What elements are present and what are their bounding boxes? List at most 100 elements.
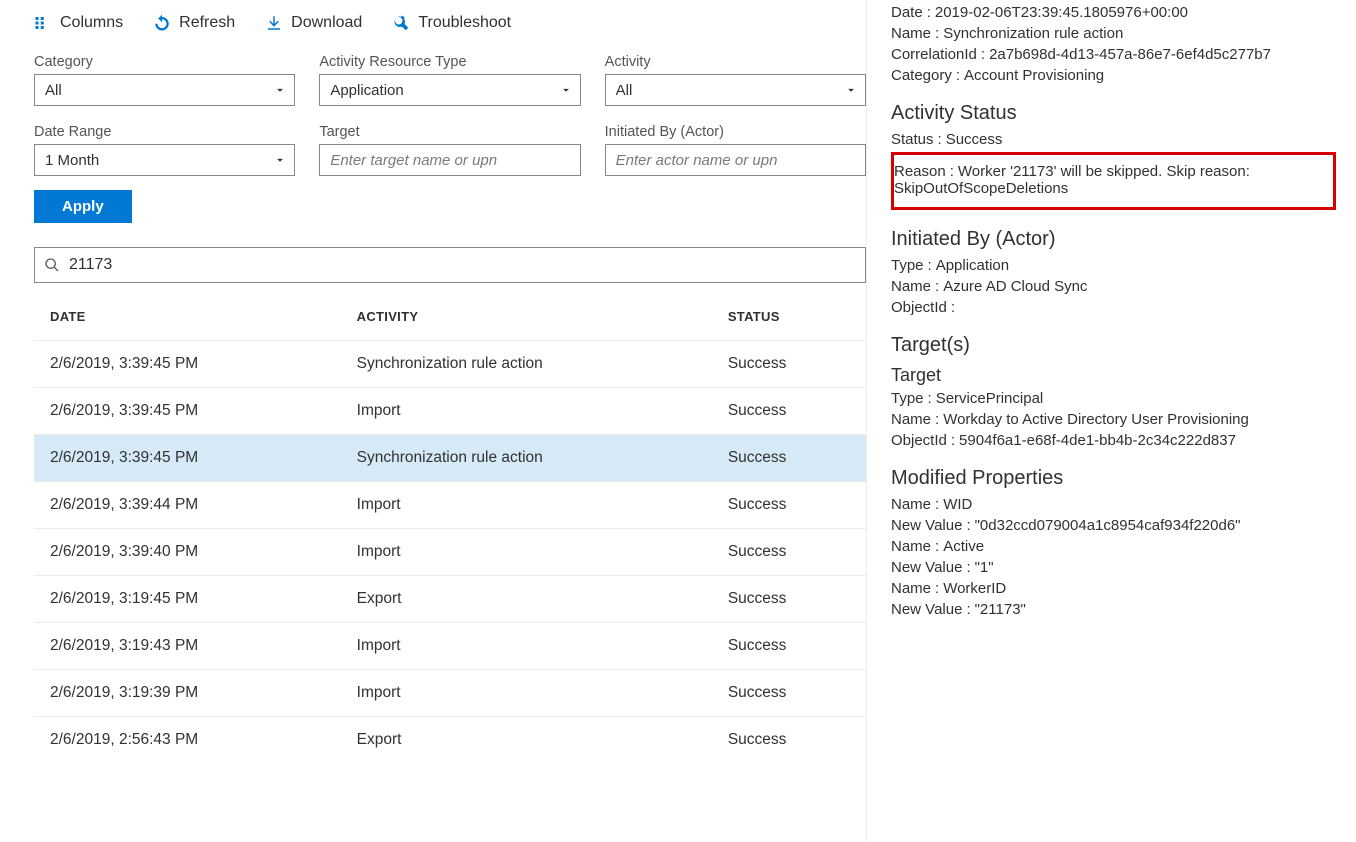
resource-type-field: Activity Resource Type — [319, 54, 580, 106]
reason-highlight: Reason:Worker '21173' will be skipped. S… — [891, 152, 1336, 210]
cell-date: 2/6/2019, 3:39:45 PM — [34, 435, 341, 482]
apply-button[interactable]: Apply — [34, 190, 132, 223]
target-subheading: Target — [891, 365, 1336, 386]
cell-status: Success — [712, 482, 866, 529]
details-top: Date:2019-02-06T23:39:45.1805976+00:00 N… — [891, 4, 1336, 84]
table-row[interactable]: 2/6/2019, 3:39:45 PMSynchronization rule… — [34, 435, 866, 482]
table-row[interactable]: 2/6/2019, 3:19:45 PMExportSuccess — [34, 576, 866, 623]
troubleshoot-button[interactable]: Troubleshoot — [392, 14, 511, 32]
cell-date: 2/6/2019, 3:39:44 PM — [34, 482, 341, 529]
download-icon — [265, 14, 283, 32]
table-header-row: DATE ACTIVITY STATUS — [34, 291, 866, 341]
cell-status: Success — [712, 670, 866, 717]
activity-field: Activity — [605, 54, 866, 106]
cell-activity: Synchronization rule action — [341, 341, 712, 388]
cell-status: Success — [712, 623, 866, 670]
date-range-label: Date Range — [34, 124, 295, 140]
cell-status: Success — [712, 717, 866, 764]
mod-prop-new-value: New Value:"0d32ccd079004a1c8954caf934f22… — [891, 517, 1336, 534]
date-range-field: Date Range — [34, 124, 295, 176]
troubleshoot-icon — [392, 14, 410, 32]
cell-activity: Import — [341, 388, 712, 435]
modified-heading: Modified Properties — [891, 467, 1336, 490]
troubleshoot-label: Troubleshoot — [418, 14, 511, 32]
cell-date: 2/6/2019, 3:19:39 PM — [34, 670, 341, 717]
status: Status:Success — [891, 131, 1336, 148]
columns-button[interactable]: Columns — [34, 14, 123, 32]
table-row[interactable]: 2/6/2019, 3:39:45 PMSynchronization rule… — [34, 341, 866, 388]
cell-activity: Import — [341, 623, 712, 670]
resource-type-select[interactable] — [319, 74, 580, 106]
date-range-select[interactable] — [34, 144, 295, 176]
initiated-by-field: Initiated By (Actor) — [605, 124, 866, 176]
download-button[interactable]: Download — [265, 14, 362, 32]
target-field: Target — [319, 124, 580, 176]
resource-type-label: Activity Resource Type — [319, 54, 580, 70]
table-row[interactable]: 2/6/2019, 3:19:43 PMImportSuccess — [34, 623, 866, 670]
initiated-by-heading: Initiated By (Actor) — [891, 228, 1336, 251]
cell-date: 2/6/2019, 3:19:43 PM — [34, 623, 341, 670]
cell-activity: Export — [341, 717, 712, 764]
cell-date: 2/6/2019, 3:39:45 PM — [34, 341, 341, 388]
cell-date: 2/6/2019, 2:56:43 PM — [34, 717, 341, 764]
category-select[interactable] — [34, 74, 295, 106]
target-object-id: ObjectId:5904f6a1-e68f-4de1-bb4b-2c34c22… — [891, 432, 1336, 449]
detail-date: Date:2019-02-06T23:39:45.1805976+00:00 — [891, 4, 1336, 21]
download-label: Download — [291, 14, 362, 32]
cell-activity: Export — [341, 576, 712, 623]
search-icon — [44, 257, 60, 273]
refresh-icon — [153, 14, 171, 32]
table-row[interactable]: 2/6/2019, 3:39:44 PMImportSuccess — [34, 482, 866, 529]
col-status[interactable]: STATUS — [712, 291, 866, 341]
table-row[interactable]: 2/6/2019, 3:39:45 PMImportSuccess — [34, 388, 866, 435]
cell-date: 2/6/2019, 3:39:40 PM — [34, 529, 341, 576]
status-reason: Reason:Worker '21173' will be skipped. S… — [894, 163, 1327, 197]
filter-grid: Category Activity Resource Type Activity… — [34, 54, 866, 176]
cell-date: 2/6/2019, 3:39:45 PM — [34, 388, 341, 435]
target-label: Target — [319, 124, 580, 140]
cell-activity: Synchronization rule action — [341, 435, 712, 482]
details-pane: Date:2019-02-06T23:39:45.1805976+00:00 N… — [866, 0, 1356, 842]
table-row[interactable]: 2/6/2019, 3:19:39 PMImportSuccess — [34, 670, 866, 717]
audit-log-table: DATE ACTIVITY STATUS 2/6/2019, 3:39:45 P… — [34, 291, 866, 763]
columns-icon — [34, 14, 52, 32]
table-row[interactable]: 2/6/2019, 2:56:43 PMExportSuccess — [34, 717, 866, 764]
cell-date: 2/6/2019, 3:19:45 PM — [34, 576, 341, 623]
activity-label: Activity — [605, 54, 866, 70]
mod-prop-new-value: New Value:"21173" — [891, 601, 1336, 618]
search-input[interactable] — [34, 247, 866, 283]
detail-category: Category:Account Provisioning — [891, 67, 1336, 84]
mod-prop-name: Name:WorkerID — [891, 580, 1336, 597]
cell-activity: Import — [341, 529, 712, 576]
cell-activity: Import — [341, 482, 712, 529]
col-activity[interactable]: ACTIVITY — [341, 291, 712, 341]
cell-activity: Import — [341, 670, 712, 717]
cell-status: Success — [712, 341, 866, 388]
detail-name: Name:Synchronization rule action — [891, 25, 1336, 42]
category-label: Category — [34, 54, 295, 70]
activity-status-heading: Activity Status — [891, 102, 1336, 125]
col-date[interactable]: DATE — [34, 291, 341, 341]
category-field: Category — [34, 54, 295, 106]
cell-status: Success — [712, 576, 866, 623]
refresh-button[interactable]: Refresh — [153, 14, 235, 32]
cell-status: Success — [712, 388, 866, 435]
target-type: Type:ServicePrincipal — [891, 390, 1336, 407]
command-bar: Columns Refresh Download Troubleshoot — [34, 14, 866, 32]
actor-type: Type:Application — [891, 257, 1336, 274]
columns-label: Columns — [60, 14, 123, 32]
initiated-by-label: Initiated By (Actor) — [605, 124, 866, 140]
activity-select[interactable] — [605, 74, 866, 106]
actor-object-id: ObjectId: — [891, 299, 1336, 316]
targets-heading: Target(s) — [891, 334, 1336, 357]
table-row[interactable]: 2/6/2019, 3:39:40 PMImportSuccess — [34, 529, 866, 576]
main-pane: Columns Refresh Download Troubleshoot Ca… — [0, 0, 866, 842]
mod-prop-new-value: New Value:"1" — [891, 559, 1336, 576]
cell-status: Success — [712, 529, 866, 576]
mod-prop-name: Name:Active — [891, 538, 1336, 555]
initiated-by-input[interactable] — [605, 144, 866, 176]
target-input[interactable] — [319, 144, 580, 176]
target-name: Name:Workday to Active Directory User Pr… — [891, 411, 1336, 428]
detail-correlation-id: CorrelationId:2a7b698d-4d13-457a-86e7-6e… — [891, 46, 1336, 63]
cell-status: Success — [712, 435, 866, 482]
